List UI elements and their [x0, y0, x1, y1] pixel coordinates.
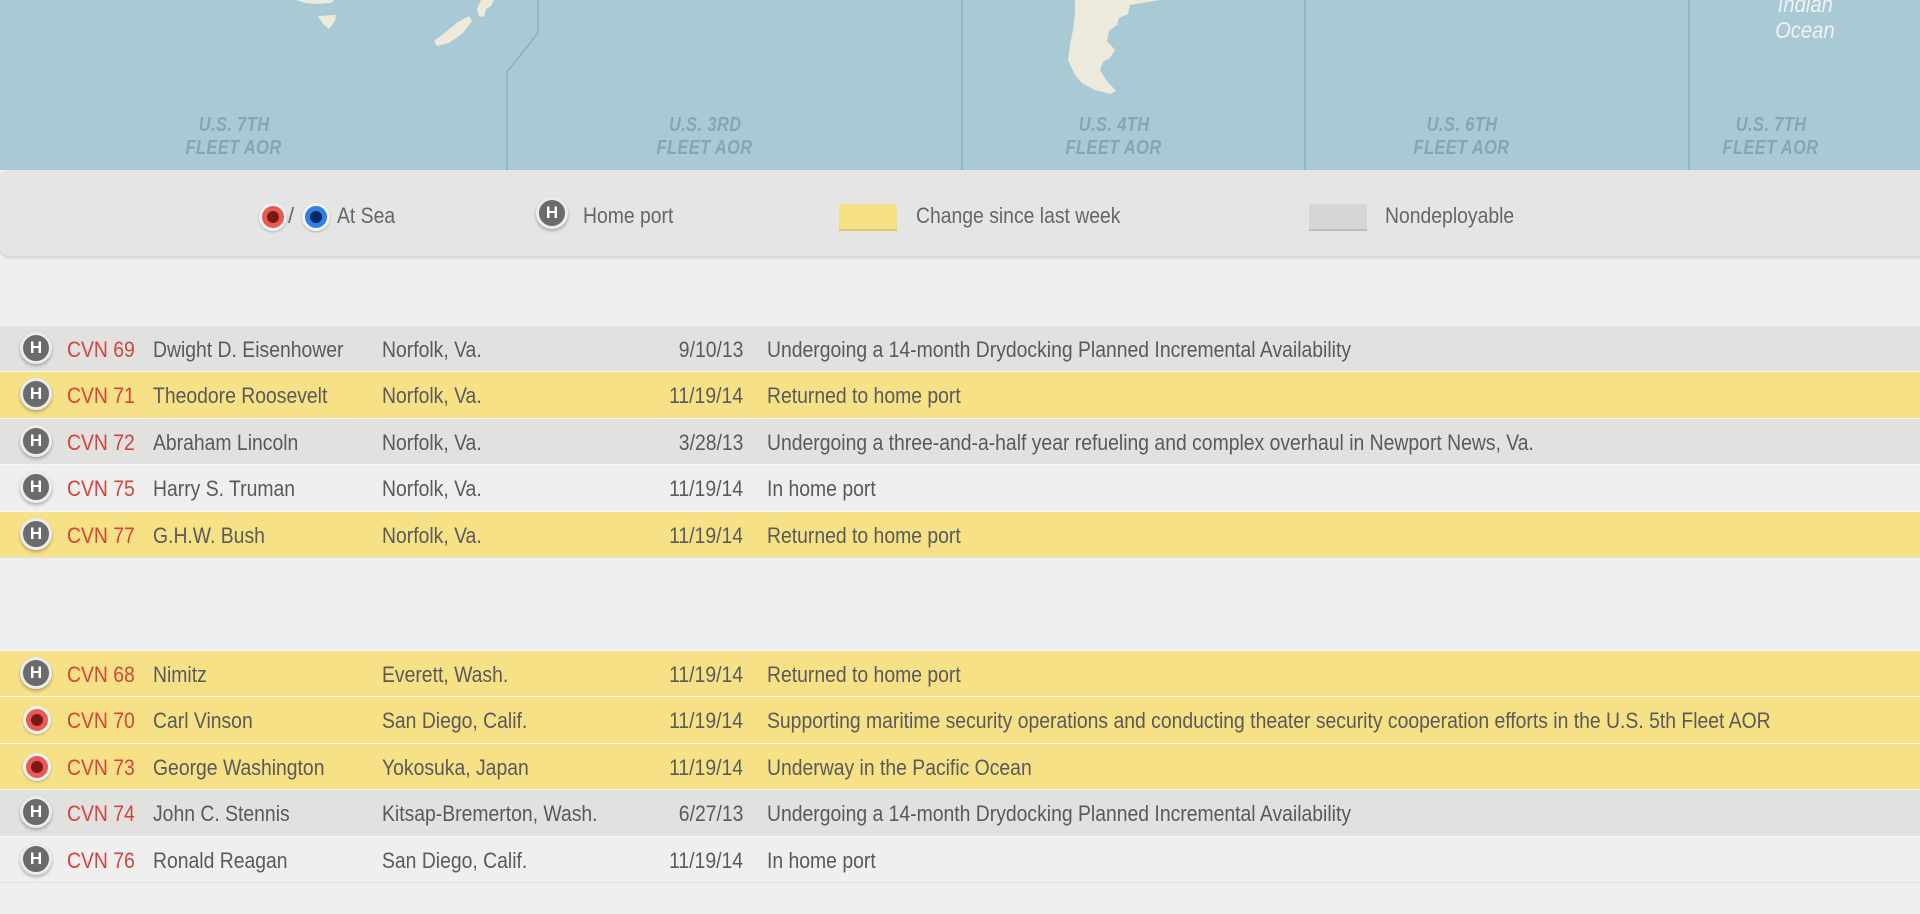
- legend-home-port-label: Home port: [583, 203, 674, 228]
- home-port: Norfolk, Va.: [382, 522, 482, 548]
- home-port: Norfolk, Va.: [382, 476, 482, 502]
- ocean-label-indian: Indian Ocean: [1775, 0, 1835, 43]
- carrier-row: H CVN 76 Ronald Reagan San Diego, Calif. 11/…: [0, 835, 1920, 882]
- status-date: 11/19/14: [669, 754, 743, 780]
- hull-number: CVN 74: [67, 801, 135, 827]
- legend: / At Sea H Home port Change since last w…: [0, 170, 1920, 256]
- status-text: Supporting maritime security operations …: [767, 708, 1771, 734]
- home-port-icon: H: [536, 197, 568, 229]
- home-port-icon: H: [20, 796, 52, 829]
- carrier-row: H CVN 74 John C. Stennis Kitsap-Bremerton, …: [0, 789, 1920, 836]
- carrier-row: CVN 73 George Washington Yokosuka, Japan 11…: [0, 742, 1920, 790]
- home-port: San Diego, Calif.: [382, 708, 528, 734]
- carrier-group: H CVN 68 Nimitz Everett, Wash. 11/19/14 Retur…: [0, 650, 1920, 883]
- ship-name: George Washington: [153, 754, 325, 780]
- carrier-row: CVN 70 Carl Vinson San Diego, Calif. 11/19/…: [0, 696, 1920, 743]
- carrier-row: H CVN 71 Theodore Roosevelt Norfolk, Va. 11/…: [0, 371, 1920, 418]
- carrier-row: H CVN 69 Dwight D. Eisenhower Norfolk, Va. 9…: [0, 325, 1920, 372]
- status-date: 11/19/14: [669, 662, 743, 687]
- home-port: Kitsap-Bremerton, Wash.: [382, 801, 598, 827]
- home-port-icon: H: [20, 842, 52, 875]
- hull-number: CVN 76: [67, 847, 135, 873]
- land-australia: [296, 0, 334, 4]
- carrier-row: H CVN 68 Nimitz Everett, Wash. 11/19/14 Retur…: [0, 650, 1920, 697]
- ship-name: Nimitz: [153, 662, 207, 687]
- carrier-row: H CVN 77 G.H.W. Bush Norfolk, Va. 11/19/14 Re…: [0, 510, 1920, 557]
- home-port-icon: H: [20, 471, 52, 504]
- ship-name: Carl Vinson: [153, 708, 253, 734]
- status-text: Undergoing a 14-month Drydocking Planned…: [767, 337, 1352, 362]
- legend-nondeployable-label: Nondeployable: [1385, 203, 1515, 228]
- hull-number: CVN 71: [67, 383, 135, 409]
- hull-number: CVN 75: [67, 476, 135, 502]
- fleet-label-4th: U.S. 4TH FLEET AOR: [1065, 114, 1163, 159]
- fleet-label-6th: U.S. 6TH FLEET AOR: [1413, 114, 1511, 159]
- home-port-icon: H: [20, 378, 52, 411]
- status-text: In home port: [767, 476, 876, 502]
- land-new-zealand-north: [477, 0, 494, 17]
- status-date: 3/28/13: [678, 429, 743, 455]
- land-new-zealand-south: [434, 16, 472, 46]
- home-port-icon: H: [20, 424, 52, 457]
- status-text: Undergoing a three-and-a-half year refue…: [767, 429, 1534, 455]
- home-port: Yokosuka, Japan: [382, 754, 529, 780]
- home-port: Norfolk, Va.: [382, 337, 482, 362]
- status-date: 11/19/14: [669, 476, 743, 502]
- carrier-row: H CVN 75 Harry S. Truman Norfolk, Va. 11/19/…: [0, 464, 1920, 511]
- land-south-america: [1068, 0, 1160, 94]
- hull-number: CVN 68: [67, 662, 135, 687]
- fleet-label-7th-east: U.S. 7TH FLEET AOR: [1722, 114, 1820, 159]
- land-tasmania: [318, 15, 336, 29]
- status-date: 11/19/14: [669, 522, 743, 548]
- legend-change-label: Change since last week: [916, 203, 1121, 228]
- status-text: Returned to home port: [767, 522, 961, 548]
- ship-name: Harry S. Truman: [153, 476, 296, 502]
- home-port-icon: H: [20, 657, 52, 689]
- home-port: Everett, Wash.: [382, 662, 509, 687]
- status-text: Underway in the Pacific Ocean: [767, 754, 1032, 780]
- at-sea-red-icon: [259, 203, 287, 231]
- home-port-icon: H: [20, 517, 52, 550]
- hull-number: CVN 70: [67, 708, 135, 734]
- change-swatch: [839, 204, 897, 231]
- carrier-row: H CVN 72 Abraham Lincoln Norfolk, Va. 3/28/1…: [0, 417, 1920, 465]
- legend-separator: /: [288, 203, 295, 228]
- status-date: 11/19/14: [669, 383, 743, 409]
- hull-number: CVN 73: [67, 754, 135, 780]
- home-port: Norfolk, Va.: [382, 429, 482, 455]
- status-date: 11/19/14: [669, 708, 743, 734]
- ship-name: G.H.W. Bush: [153, 522, 265, 548]
- home-port: San Diego, Calif.: [382, 847, 528, 873]
- hull-number: CVN 69: [67, 337, 135, 362]
- ship-name: Ronald Reagan: [153, 847, 288, 873]
- at-sea-icon: [23, 706, 51, 735]
- at-sea-blue-icon: [302, 203, 330, 231]
- fleet-label-3rd: U.S. 3RD FLEET AOR: [656, 114, 754, 159]
- ship-name: Dwight D. Eisenhower: [153, 337, 344, 362]
- status-text: Returned to home port: [767, 662, 961, 687]
- ship-name: Abraham Lincoln: [153, 429, 299, 455]
- status-text: In home port: [767, 847, 876, 873]
- legend-at-sea-label: At Sea: [337, 203, 396, 228]
- fleet-map: U.S. 7TH FLEET AOR U.S. 3RD FLEET AOR U.S.…: [0, 0, 1920, 170]
- home-port: Norfolk, Va.: [382, 383, 482, 409]
- status-date: 9/10/13: [678, 337, 743, 362]
- nondeployable-swatch: [1309, 204, 1367, 231]
- carrier-group: H CVN 69 Dwight D. Eisenhower Norfolk, Va. 9…: [0, 325, 1920, 558]
- fleet-label-7th-west: U.S. 7TH FLEET AOR: [185, 114, 283, 159]
- at-sea-icon: [23, 752, 51, 781]
- status-text: Returned to home port: [767, 383, 961, 409]
- status-date: 6/27/13: [678, 801, 743, 827]
- hull-number: CVN 77: [67, 522, 135, 548]
- status-date: 11/19/14: [669, 847, 743, 873]
- hull-number: CVN 72: [67, 429, 135, 455]
- ship-name: Theodore Roosevelt: [153, 383, 328, 409]
- ship-name: John C. Stennis: [153, 801, 290, 827]
- home-port-icon: H: [20, 332, 52, 364]
- fleet-boundary-7th-3rd: [506, 0, 539, 170]
- status-text: Undergoing a 14-month Drydocking Planned…: [767, 801, 1352, 827]
